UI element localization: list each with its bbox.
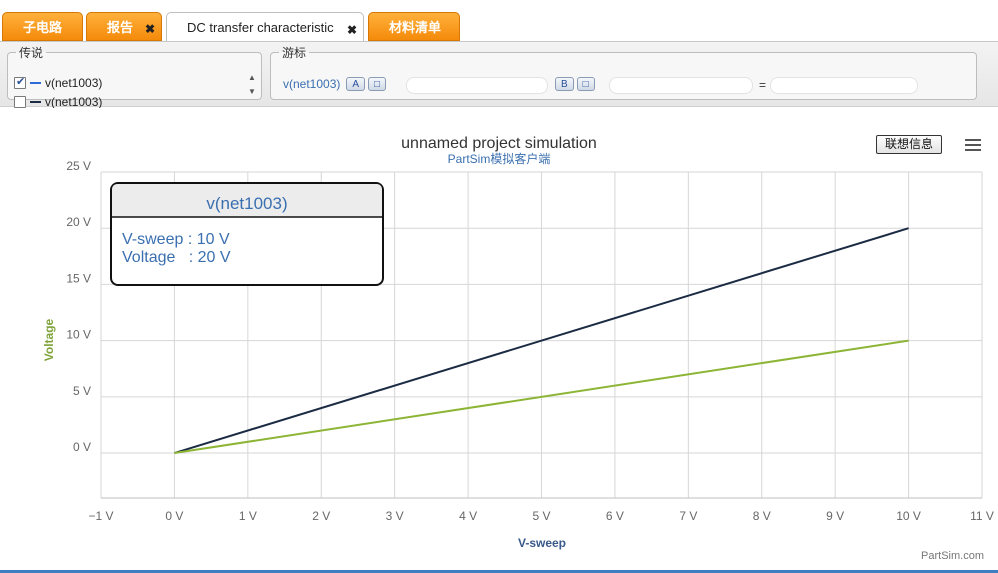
legend-list: v(net1003) v(net1003) bbox=[14, 73, 244, 111]
partsim-credit[interactable]: PartSim.com bbox=[921, 550, 984, 562]
x-tick-label: 10 V bbox=[896, 509, 921, 523]
legend-checkbox[interactable] bbox=[14, 95, 26, 108]
tab-bom[interactable]: 材料清单 bbox=[368, 12, 460, 41]
cursor-panel: 游标 v(net1003) A □ B □ = bbox=[270, 44, 977, 100]
cursor-delta-field[interactable] bbox=[770, 77, 918, 94]
chart-svg: unnamed project simulation PartSim模拟客户端 … bbox=[42, 135, 994, 550]
x-tick-label: 5 V bbox=[532, 509, 550, 523]
x-tick-label: 11 V bbox=[970, 509, 994, 523]
tab-bar: 子电路 报告 ✖ DC transfer characteristic ✖ 材料… bbox=[0, 0, 998, 42]
x-axis-label: V-sweep bbox=[518, 536, 566, 550]
legend-swatch bbox=[30, 100, 41, 103]
tab-subcircuit-label: 子电路 bbox=[23, 20, 63, 35]
close-icon[interactable]: ✖ bbox=[145, 22, 155, 36]
tab-dc-transfer-label: DC transfer characteristic bbox=[187, 20, 334, 35]
y-tick-label: 0 V bbox=[73, 440, 91, 454]
tooltip-line-2: Voltage : 20 V bbox=[122, 249, 231, 266]
cursor-a-button[interactable]: A bbox=[346, 77, 366, 91]
y-tick-label: 10 V bbox=[66, 328, 91, 342]
x-tick-label: 6 V bbox=[606, 509, 624, 523]
cursor-b-clear-button[interactable]: □ bbox=[576, 77, 595, 91]
chart-subtitle: PartSim模拟客户端 bbox=[448, 151, 551, 166]
x-tick-label: 3 V bbox=[386, 509, 404, 523]
legend-panel-title: 传说 bbox=[19, 46, 44, 60]
x-tick-label: 8 V bbox=[753, 509, 771, 523]
scroll-up-icon[interactable]: ▲ bbox=[246, 71, 258, 85]
cursor-controls: v(net1003) A □ bbox=[283, 77, 389, 91]
close-icon[interactable]: ✖ bbox=[347, 23, 357, 37]
toolbar-strip: 传说 v(net1003) v(net1003) ▲ ▼ 游标 v(net100… bbox=[0, 41, 998, 109]
tab-dc-transfer[interactable]: DC transfer characteristic ✖ bbox=[166, 12, 364, 42]
y-tick-label: 20 V bbox=[66, 215, 91, 229]
x-tick-label: 7 V bbox=[679, 509, 697, 523]
x-tick-label: 4 V bbox=[459, 509, 477, 523]
y-tick-label: 15 V bbox=[66, 271, 91, 285]
chart-tooltip: v(net1003) V-sweep : 10 V Voltage : 20 V bbox=[110, 182, 384, 286]
x-tick-label: 1 V bbox=[239, 509, 257, 523]
legend-item[interactable]: v(net1003) bbox=[14, 73, 244, 92]
x-tick-label: 9 V bbox=[826, 509, 844, 523]
cursor-a-clear-button[interactable]: □ bbox=[368, 77, 387, 91]
legend-item-label: v(net1003) bbox=[45, 94, 103, 109]
y-axis-label: Voltage bbox=[42, 318, 56, 361]
tooltip-header: v(net1003) bbox=[206, 194, 287, 213]
legend-scrollbar[interactable]: ▲ ▼ bbox=[246, 71, 258, 113]
cursor-b-controls: B □ bbox=[555, 77, 598, 91]
legend-checkbox[interactable] bbox=[14, 75, 26, 89]
x-tick-label: −1 V bbox=[88, 509, 113, 523]
y-tick-label: 25 V bbox=[66, 159, 91, 173]
cursor-b-value-field[interactable] bbox=[609, 77, 753, 94]
equals-sign: = bbox=[759, 78, 767, 92]
cursor-signal[interactable]: v(net1003) bbox=[283, 77, 340, 91]
x-tick-label: 0 V bbox=[165, 509, 183, 523]
chart-area: unnamed project simulation PartSim模拟客户端 … bbox=[0, 108, 998, 571]
cursor-panel-title: 游标 bbox=[282, 46, 307, 60]
tab-report-label: 报告 bbox=[107, 20, 134, 35]
menu-icon-bar bbox=[965, 144, 981, 146]
chart-menu-button[interactable] bbox=[961, 135, 985, 155]
tab-report[interactable]: 报告 ✖ bbox=[86, 12, 162, 41]
menu-icon-bar bbox=[965, 139, 981, 141]
x-tick-label: 2 V bbox=[312, 509, 330, 523]
menu-icon-bar bbox=[965, 149, 981, 151]
context-info-button[interactable]: 联想信息 bbox=[876, 135, 942, 154]
y-tick-label: 5 V bbox=[73, 384, 91, 398]
tooltip-line-1: V-sweep : 10 V bbox=[122, 231, 230, 248]
tab-bom-label: 材料清单 bbox=[389, 20, 442, 35]
legend-panel: 传说 v(net1003) v(net1003) ▲ ▼ bbox=[7, 44, 262, 109]
cursor-a-value-field[interactable] bbox=[406, 77, 548, 94]
tab-subcircuit[interactable]: 子电路 bbox=[2, 12, 83, 41]
cursor-b-button[interactable]: B bbox=[555, 77, 574, 91]
legend-swatch bbox=[30, 81, 41, 84]
legend-item-label: v(net1003) bbox=[45, 75, 103, 90]
chart-title: unnamed project simulation bbox=[401, 135, 597, 152]
scroll-down-icon[interactable]: ▼ bbox=[246, 85, 258, 99]
